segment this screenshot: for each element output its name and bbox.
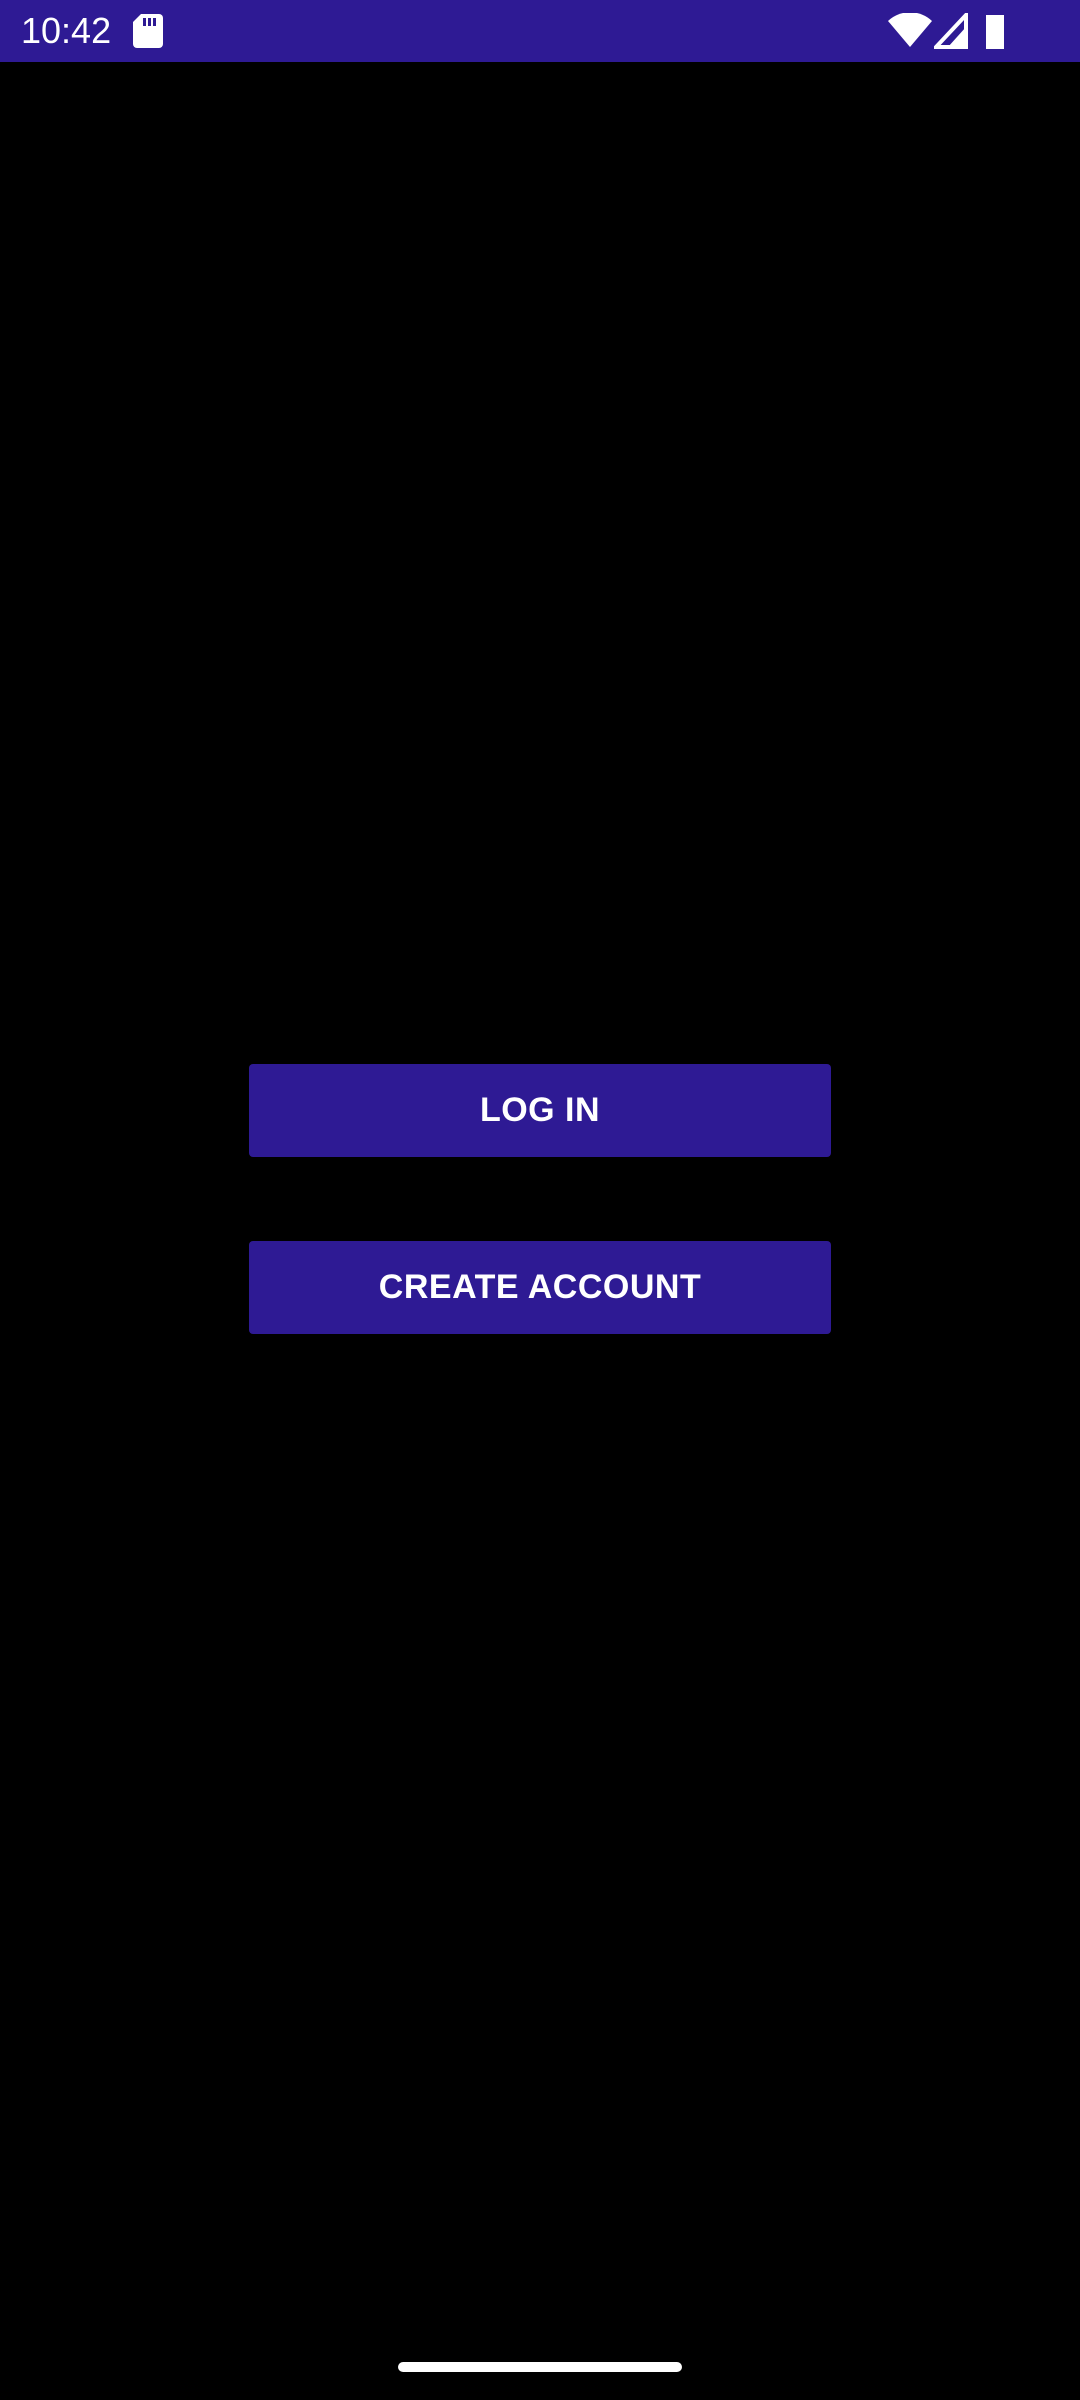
create-account-button[interactable]: CREATE ACCOUNT [249, 1241, 831, 1334]
screen: 10:42 LOG IN CREATE ACCOUNT [0, 0, 1080, 2400]
cell-signal-icon [931, 9, 968, 49]
home-gesture-bar[interactable] [398, 2362, 682, 2372]
sd-card-icon [133, 14, 163, 48]
wifi-icon [888, 12, 932, 49]
status-time: 10:42 [21, 10, 112, 51]
battery-icon [985, 13, 1007, 49]
status-bar: 10:42 [0, 0, 1080, 62]
log-in-button[interactable]: LOG IN [249, 1064, 831, 1157]
